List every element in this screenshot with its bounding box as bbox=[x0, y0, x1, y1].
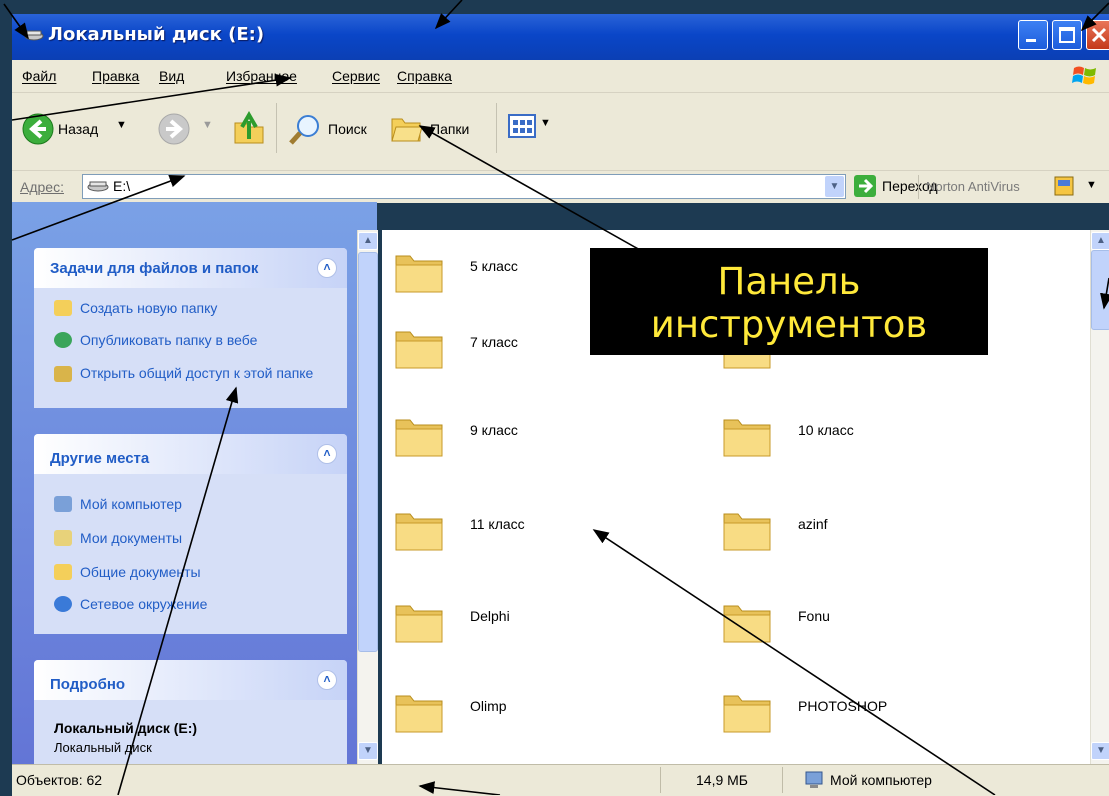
scroll-up-icon[interactable]: ▲ bbox=[1091, 232, 1109, 250]
details-type: Локальный диск bbox=[54, 740, 152, 755]
scroll-up-icon[interactable]: ▲ bbox=[358, 232, 378, 250]
norton-antivirus-label[interactable]: Norton AntiVirus bbox=[926, 179, 1020, 194]
scroll-thumb[interactable] bbox=[1091, 250, 1109, 330]
up-folder-button[interactable] bbox=[232, 109, 266, 150]
place-shared-documents[interactable]: Общие документы bbox=[54, 564, 201, 580]
status-size: 14,9 МБ bbox=[696, 772, 748, 788]
folder-icon bbox=[395, 331, 443, 369]
menu-edit[interactable]: Правка bbox=[92, 68, 139, 84]
file-list-scrollbar[interactable]: ▲ ▼ bbox=[1090, 230, 1109, 764]
other-places-title: Другие места bbox=[50, 450, 150, 467]
file-tasks-title: Задачи для файлов и папок bbox=[50, 260, 259, 277]
go-arrow-icon bbox=[854, 175, 876, 197]
menu-view[interactable]: Вид bbox=[159, 68, 184, 84]
address-label: Адрес: bbox=[20, 179, 64, 195]
status-bar: Объектов: 62 14,9 МБ Мой компьютер bbox=[12, 764, 1109, 796]
my-computer-icon bbox=[805, 771, 823, 788]
status-location: Мой компьютер bbox=[830, 772, 932, 788]
details-name: Локальный диск (E:) bbox=[54, 720, 198, 736]
menu-tools[interactable]: Сервис bbox=[332, 68, 380, 84]
back-arrow-icon bbox=[22, 113, 54, 145]
toolbar-callout: Панель инструментов bbox=[590, 248, 988, 355]
folder-icon bbox=[395, 255, 443, 293]
forward-dropdown-icon[interactable]: ▼ bbox=[202, 119, 213, 131]
toolbar: Назад ▼ ▼ Поиск Папки ▼ bbox=[12, 93, 1109, 170]
menu-file[interactable]: Файл bbox=[22, 68, 56, 84]
title-bar[interactable]: Локальный диск (E:) bbox=[12, 14, 1109, 60]
window-title: Локальный диск (E:) bbox=[48, 24, 265, 45]
collapse-chevron-icon[interactable]: ˄ bbox=[317, 258, 337, 278]
windows-logo-icon bbox=[1072, 66, 1096, 85]
folder-icon bbox=[723, 419, 771, 457]
folder-icon bbox=[395, 513, 443, 551]
collapse-chevron-icon[interactable]: ˄ bbox=[317, 670, 337, 690]
details-header[interactable]: Подробно ˄ bbox=[34, 660, 347, 700]
file-tasks-panel: Задачи для файлов и папок ˄ Создать нову… bbox=[34, 248, 347, 408]
callout-text: Панель инструментов bbox=[650, 260, 928, 346]
place-my-documents[interactable]: Мои документы bbox=[54, 530, 182, 546]
folder-icon bbox=[723, 513, 771, 551]
search-icon bbox=[289, 115, 319, 145]
address-bar: Адрес: E:\ ▼ Переход Norton AntiVirus ▼ bbox=[12, 170, 1109, 203]
views-dropdown-icon[interactable]: ▼ bbox=[540, 117, 551, 129]
maximize-button[interactable] bbox=[1052, 20, 1082, 50]
views-button[interactable]: ▼ bbox=[508, 113, 551, 146]
folder-icon bbox=[723, 605, 771, 643]
folder-icon bbox=[395, 605, 443, 643]
share-folder-icon bbox=[54, 366, 72, 382]
back-dropdown-icon[interactable]: ▼ bbox=[116, 119, 127, 131]
forward-arrow-icon bbox=[158, 113, 190, 145]
norton-icon[interactable] bbox=[1054, 176, 1074, 196]
task-new-folder[interactable]: Создать новую папку bbox=[54, 300, 217, 316]
shared-documents-icon bbox=[54, 564, 72, 580]
search-label: Поиск bbox=[328, 121, 367, 137]
place-network[interactable]: Сетевое окружение bbox=[54, 596, 207, 612]
menu-help[interactable]: Справка bbox=[397, 68, 452, 84]
task-pane-scrollbar[interactable]: ▲ ▼ bbox=[357, 230, 378, 764]
folder-icon bbox=[395, 695, 443, 733]
folders-label: Папки bbox=[430, 121, 470, 137]
forward-button[interactable]: ▼ bbox=[158, 113, 213, 150]
network-icon bbox=[54, 596, 72, 612]
other-places-panel: Другие места ˄ Мой компьютер Мои докумен… bbox=[34, 434, 347, 634]
drive-icon bbox=[87, 181, 109, 192]
details-panel: Подробно ˄ Локальный диск (E:) Локальный… bbox=[34, 660, 347, 764]
views-icon bbox=[508, 114, 536, 138]
new-folder-icon bbox=[54, 300, 72, 316]
drive-icon bbox=[24, 28, 44, 47]
address-value: E:\ bbox=[113, 178, 131, 194]
slide-background-strip bbox=[0, 0, 12, 795]
task-share-folder[interactable]: Открыть общий доступ к этой папке bbox=[54, 364, 314, 382]
task-pane: Задачи для файлов и папок ˄ Создать нову… bbox=[12, 202, 377, 764]
address-dropdown-icon[interactable]: ▼ bbox=[825, 176, 844, 197]
file-tasks-header[interactable]: Задачи для файлов и папок ˄ bbox=[34, 248, 347, 288]
address-field[interactable]: E:\ ▼ bbox=[82, 174, 846, 199]
up-folder-icon bbox=[234, 111, 264, 144]
close-button[interactable] bbox=[1086, 20, 1109, 50]
my-documents-icon bbox=[54, 530, 72, 546]
my-computer-icon bbox=[54, 496, 72, 512]
minimize-button[interactable] bbox=[1018, 20, 1048, 50]
other-places-header[interactable]: Другие места ˄ bbox=[34, 434, 347, 474]
scroll-down-icon[interactable]: ▼ bbox=[1091, 742, 1109, 760]
folder-icon bbox=[395, 419, 443, 457]
back-label: Назад bbox=[58, 121, 99, 137]
folders-icon bbox=[391, 118, 423, 142]
status-object-count: Объектов: 62 bbox=[16, 772, 103, 788]
folder-icon bbox=[723, 695, 771, 733]
details-title: Подробно bbox=[50, 676, 126, 693]
scroll-thumb[interactable] bbox=[358, 252, 378, 652]
scroll-down-icon[interactable]: ▼ bbox=[358, 742, 378, 760]
norton-dropdown-icon[interactable]: ▼ bbox=[1086, 179, 1097, 191]
menu-bar: Файл Правка Вид Избранное Сервис Справка bbox=[12, 60, 1109, 93]
collapse-chevron-icon[interactable]: ˄ bbox=[317, 444, 337, 464]
publish-web-icon bbox=[54, 332, 72, 348]
place-my-computer[interactable]: Мой компьютер bbox=[54, 496, 182, 512]
task-publish-web[interactable]: Опубликовать папку в вебе bbox=[54, 332, 257, 348]
menu-favorites[interactable]: Избранное bbox=[226, 68, 297, 84]
